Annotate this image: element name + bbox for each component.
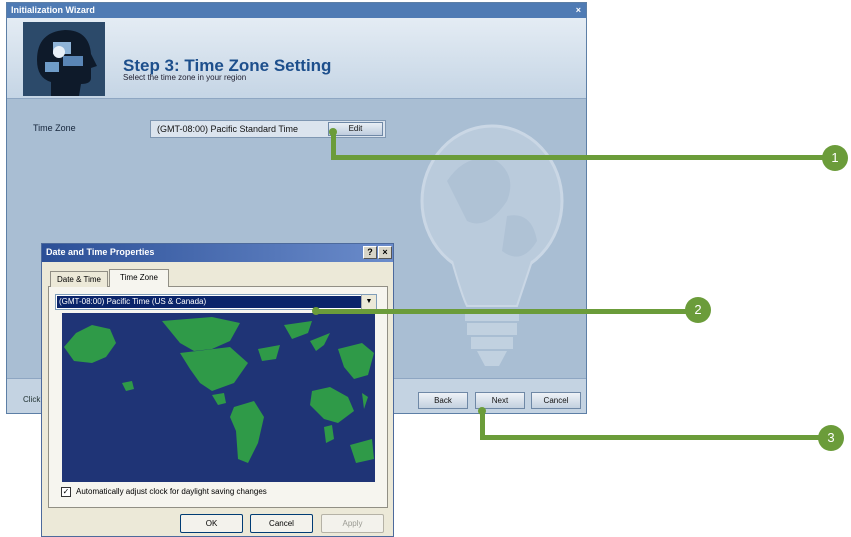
callout-3-badge: 3	[818, 425, 844, 451]
dst-checkbox[interactable]: ✓	[61, 487, 71, 497]
wizard-title: Initialization Wizard	[11, 5, 95, 15]
dialog-title: Date and Time Properties	[46, 247, 155, 257]
callout-2-badge: 2	[685, 297, 711, 323]
callout-3-line	[480, 435, 830, 440]
close-icon[interactable]: ×	[576, 3, 581, 18]
callout-3-dot	[478, 407, 486, 415]
dst-label: Automatically adjust clock for daylight …	[76, 487, 267, 496]
dialog-cancel-button[interactable]: Cancel	[250, 514, 313, 533]
callout-1-line	[331, 155, 831, 160]
head-profile-icon	[23, 22, 105, 96]
wizard-header: Step 3: Time Zone Setting Select the tim…	[7, 18, 586, 99]
tab-time-zone[interactable]: Time Zone	[109, 269, 169, 287]
callout-2-dot	[312, 307, 320, 315]
ok-button[interactable]: OK	[180, 514, 243, 533]
wizard-cancel-button[interactable]: Cancel	[531, 392, 581, 409]
world-map-icon	[62, 313, 375, 482]
tab-date-time[interactable]: Date & Time	[50, 271, 108, 287]
callout-1-dot	[329, 128, 337, 136]
back-button[interactable]: Back	[418, 392, 468, 409]
time-zone-label: Time Zone	[33, 123, 76, 133]
wizard-titlebar: Initialization Wizard ×	[7, 3, 586, 18]
apply-button[interactable]: Apply	[321, 514, 384, 533]
time-zone-field: (GMT-08:00) Pacific Standard Time Edit	[150, 120, 386, 138]
help-icon[interactable]: ?	[363, 246, 377, 259]
dropdown-arrow-icon[interactable]: ▼	[361, 295, 376, 309]
close-icon[interactable]: ×	[378, 246, 392, 259]
footer-text: Click	[23, 395, 41, 404]
callout-2-line	[316, 309, 696, 314]
page-subtitle: Select the time zone in your region	[123, 73, 247, 82]
lightbulb-globe-icon	[420, 124, 564, 366]
date-time-properties-dialog: Date and Time Properties ? × Date & Time…	[41, 243, 394, 537]
time-zone-select[interactable]: (GMT-08:00) Pacific Time (US & Canada) ▼	[55, 294, 377, 310]
time-zone-value: (GMT-08:00) Pacific Standard Time	[157, 124, 299, 134]
dialog-titlebar: Date and Time Properties ? ×	[42, 244, 393, 262]
callout-1-badge: 1	[822, 145, 848, 171]
